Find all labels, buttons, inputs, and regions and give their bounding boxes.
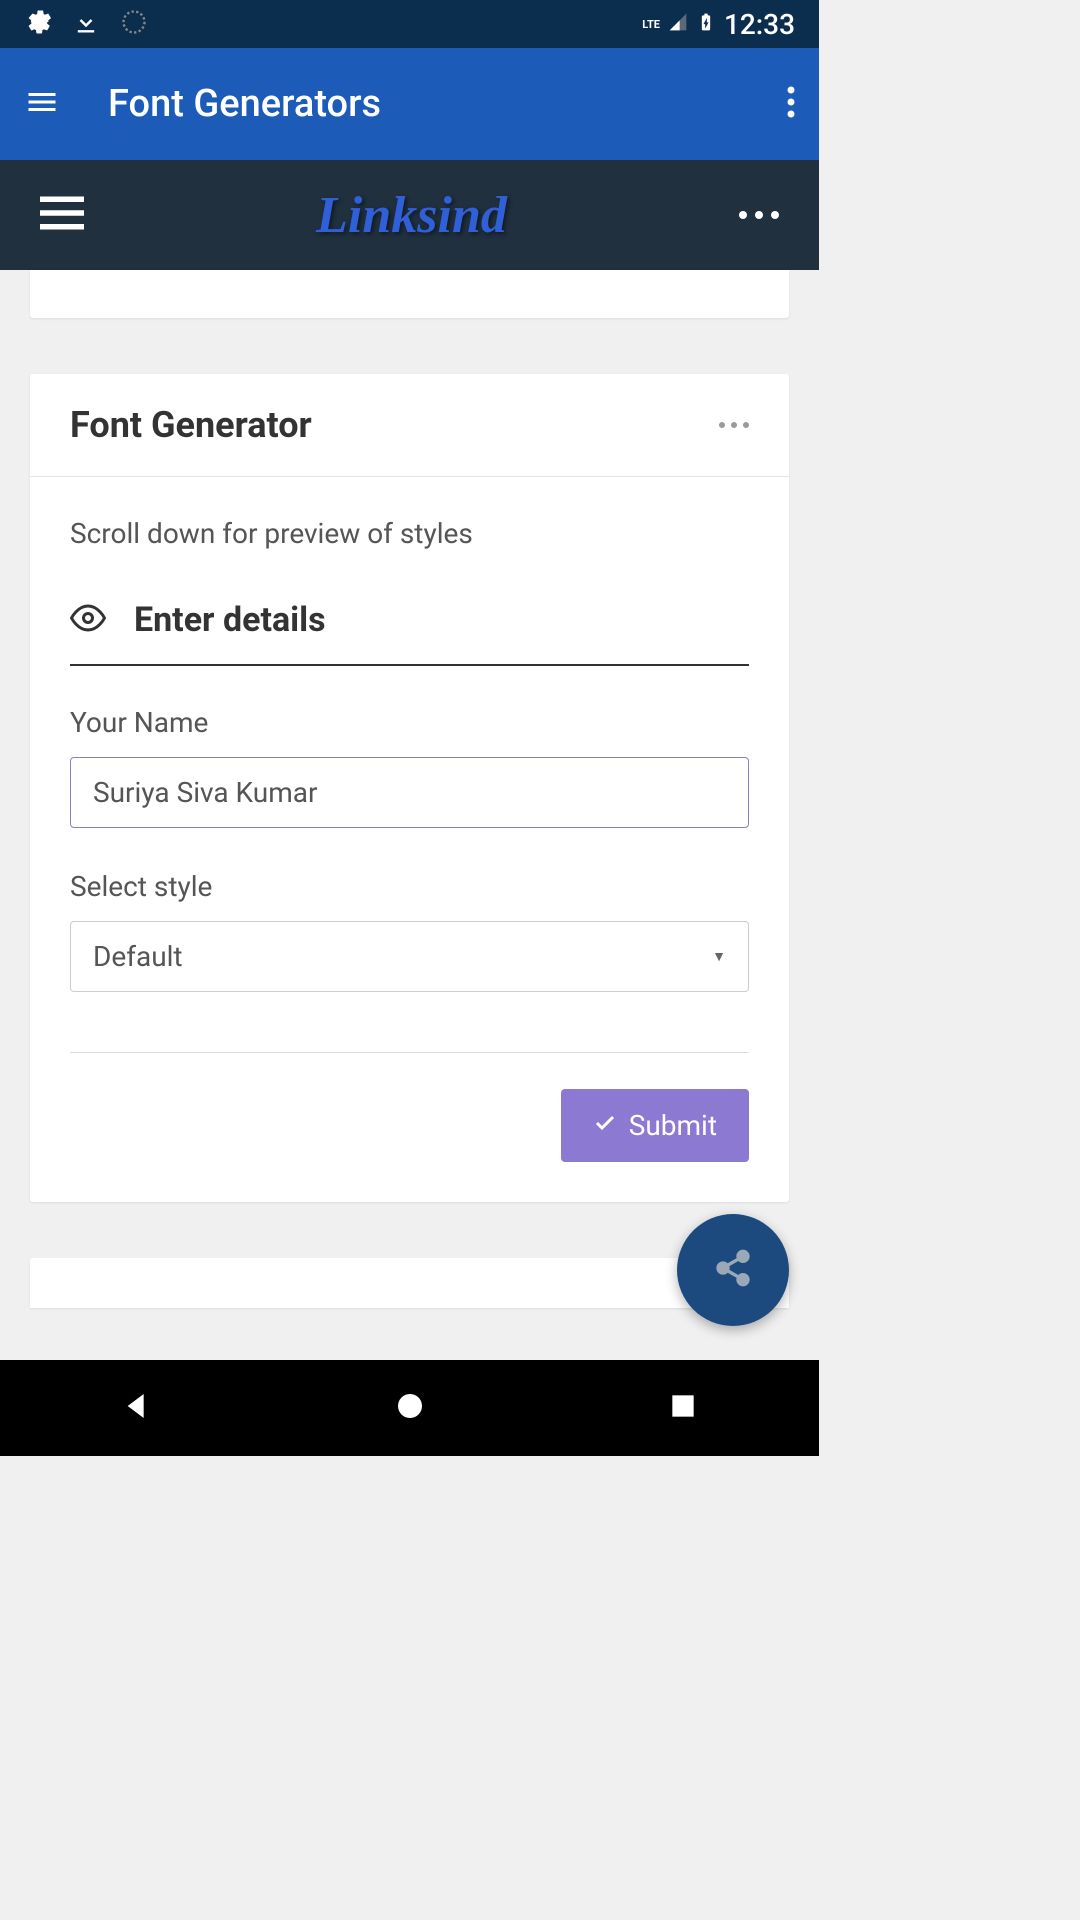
- share-fab[interactable]: [677, 1214, 789, 1326]
- battery-charging-icon: [696, 8, 716, 41]
- style-label: Select style: [70, 870, 749, 903]
- download-icon: [72, 8, 100, 40]
- section-header: Enter details: [70, 600, 749, 666]
- signal-icon: [668, 8, 688, 41]
- style-select[interactable]: Default ▼: [70, 921, 749, 992]
- brand-logo[interactable]: Linksind: [316, 186, 507, 245]
- card-header: Font Generator: [30, 374, 789, 477]
- content-area: Font Generator Scroll down for preview o…: [0, 270, 819, 1308]
- section-title: Enter details: [134, 600, 326, 640]
- home-button[interactable]: [394, 1390, 426, 1426]
- font-generator-card: Font Generator Scroll down for preview o…: [30, 374, 789, 1202]
- web-toolbar: Linksind: [0, 160, 819, 270]
- navigation-bar: [0, 1360, 819, 1456]
- settings-icon: [24, 8, 52, 40]
- status-left: [24, 8, 148, 40]
- clock-text: 12:33: [724, 8, 795, 41]
- name-label: Your Name: [70, 706, 749, 739]
- web-hamburger-icon[interactable]: [40, 195, 84, 235]
- hamburger-menu-icon[interactable]: [24, 84, 60, 124]
- recent-apps-button[interactable]: [667, 1390, 699, 1426]
- check-icon: [593, 1109, 617, 1142]
- more-vertical-icon[interactable]: [787, 86, 795, 122]
- app-bar: Font Generators: [0, 48, 819, 160]
- lte-icon: LTE: [642, 18, 660, 31]
- submit-label: Submit: [629, 1109, 717, 1142]
- submit-button[interactable]: Submit: [561, 1089, 749, 1162]
- chevron-down-icon: ▼: [712, 948, 726, 965]
- name-input[interactable]: [70, 757, 749, 828]
- previous-card-edge: [30, 270, 789, 318]
- loading-icon: [120, 8, 148, 40]
- app-title: Font Generators: [108, 82, 381, 126]
- card-more-icon[interactable]: [719, 422, 749, 428]
- web-more-horizontal-icon[interactable]: [739, 211, 779, 219]
- card-title: Font Generator: [70, 404, 312, 446]
- share-icon: [713, 1248, 753, 1292]
- selected-style-text: Default: [93, 940, 183, 973]
- submit-row: Submit: [70, 1089, 749, 1162]
- status-right: LTE 12:33: [642, 8, 795, 41]
- back-button[interactable]: [121, 1390, 153, 1426]
- next-card-edge: [30, 1258, 789, 1308]
- eye-icon: [70, 600, 106, 640]
- scroll-hint-text: Scroll down for preview of styles: [70, 517, 749, 550]
- card-body: Scroll down for preview of styles Enter …: [30, 477, 789, 1202]
- divider: [70, 1052, 749, 1053]
- status-bar: LTE 12:33: [0, 0, 819, 48]
